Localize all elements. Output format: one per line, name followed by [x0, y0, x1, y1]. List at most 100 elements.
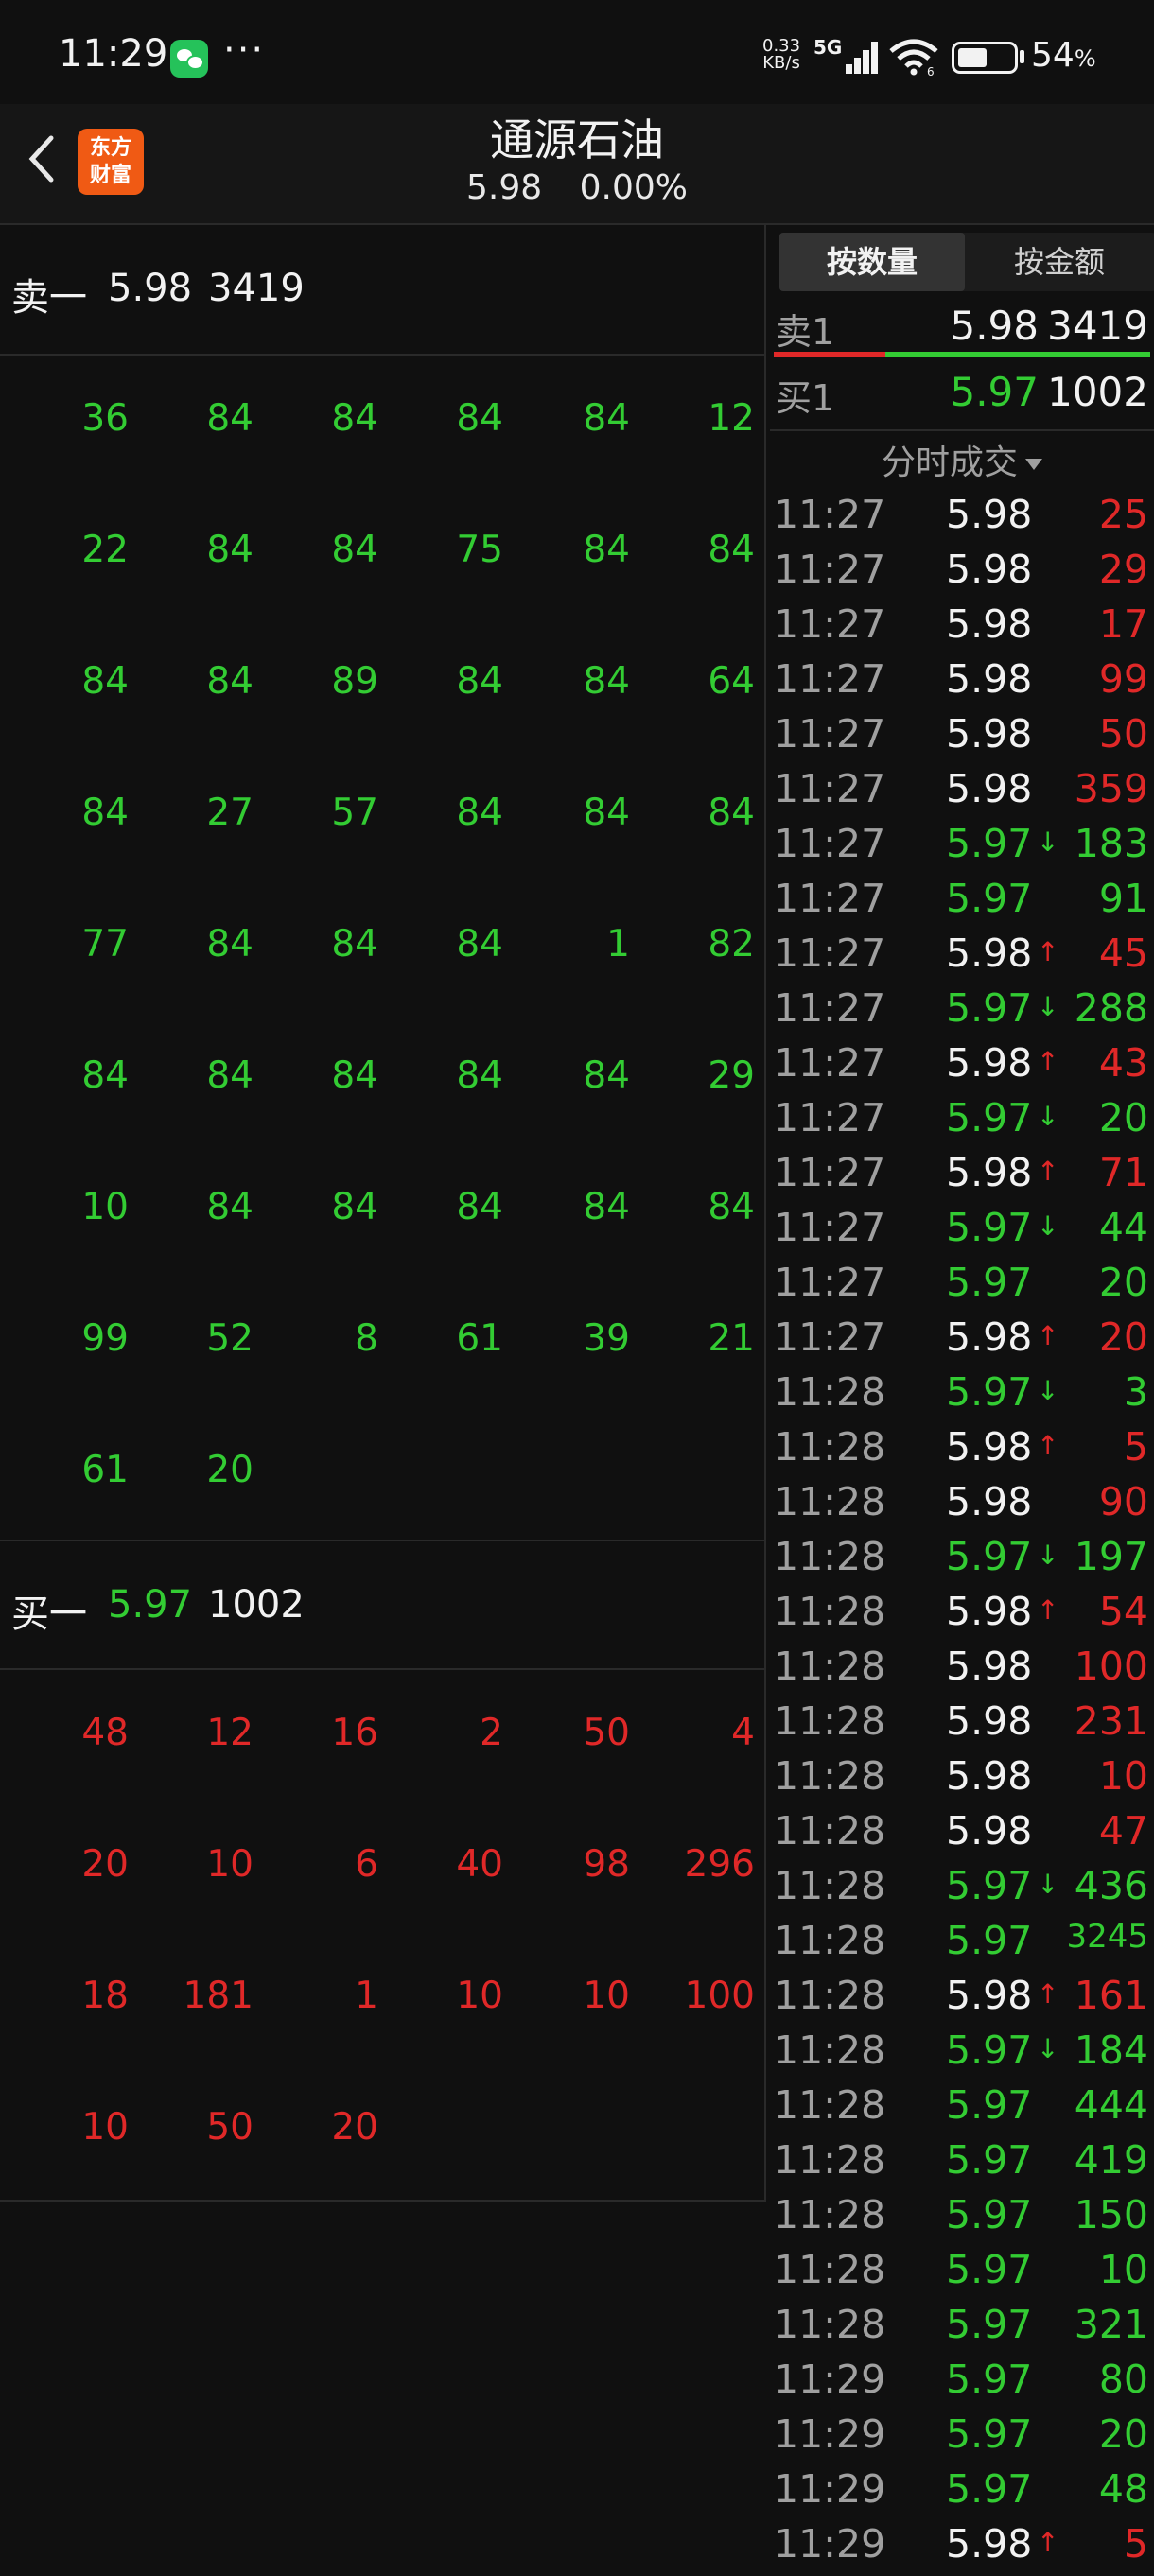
tick-volume: 99 — [1098, 656, 1148, 702]
sell-order-cell: 82 — [708, 923, 755, 966]
tick-row: 11:28 5.97 ↓ 184 — [770, 2028, 1154, 2082]
buy-level-price: 5.97 — [108, 1583, 193, 1627]
tick-row: 11:28 5.97 444 — [770, 2082, 1154, 2137]
ticks-title[interactable]: 分时成交 — [770, 435, 1154, 484]
wifi-badge: 6 — [927, 65, 935, 76]
tick-row: 11:29 5.97 48 — [770, 2466, 1154, 2521]
tick-row: 11:27 5.98 359 — [770, 766, 1154, 821]
tick-price: 5.98 — [946, 1040, 1033, 1086]
sell-level-header[interactable]: 卖一 5.98 3419 — [0, 225, 766, 356]
ask1-label: 卖1 — [776, 311, 835, 353]
tick-price: 5.98 — [946, 1644, 1033, 1689]
arrow-up-icon: ↑ — [1037, 1430, 1059, 1461]
tick-volume: 183 — [1074, 821, 1148, 866]
sell-order-cell: 84 — [331, 1186, 378, 1228]
sell-order-cell: 84 — [583, 792, 630, 834]
sell-order-cell: 84 — [583, 397, 630, 440]
sell-level-label: 卖一 — [11, 276, 87, 320]
tick-volume: 3 — [1123, 1369, 1148, 1415]
tick-time: 11:27 — [774, 931, 886, 976]
bid1-row: 买1 5.97 1002 — [770, 359, 1154, 426]
tick-time: 11:29 — [774, 2521, 886, 2567]
tick-time: 11:28 — [774, 1698, 886, 1744]
buy-order-cell: 1 — [355, 1975, 378, 2017]
tick-price: 5.98 — [946, 547, 1033, 592]
tick-volume: 419 — [1074, 2137, 1148, 2183]
tick-time: 11:27 — [774, 766, 886, 811]
tick-time: 11:28 — [774, 1479, 886, 1524]
tick-volume: 80 — [1098, 2357, 1148, 2402]
tick-price: 5.97 — [946, 1095, 1033, 1140]
status-bar: 11:29 ··· 0.33 KB/s 5G 6 54% — [0, 0, 1154, 104]
tab-by-quantity[interactable]: 按数量 — [779, 233, 965, 291]
tick-time: 11:28 — [774, 1644, 886, 1689]
tick-price: 5.98 — [946, 2521, 1033, 2567]
sell-order-cell: 27 — [206, 792, 254, 834]
buy-order-cell: 18 — [81, 1975, 129, 2017]
buy-order-cell: 40 — [456, 1843, 503, 1886]
tick-volume: 91 — [1098, 876, 1148, 921]
buy-order-cell: 50 — [583, 1712, 630, 1754]
tick-row: 11:27 5.98 ↑ 45 — [770, 931, 1154, 985]
tick-time: 11:27 — [774, 821, 886, 866]
buy-order-cell: 12 — [206, 1712, 254, 1754]
tick-volume: 231 — [1074, 1698, 1148, 1744]
arrow-up-icon: ↑ — [1037, 2527, 1059, 2558]
tick-volume: 5 — [1123, 2521, 1148, 2567]
tick-price: 5.98 — [946, 1753, 1033, 1799]
tick-volume: 3245 — [1066, 1918, 1148, 1956]
sell-order-cell: 84 — [456, 1054, 503, 1097]
sell-order-cell: 84 — [331, 923, 378, 966]
buy-order-cell: 48 — [81, 1712, 129, 1754]
tick-price: 5.97 — [946, 1260, 1033, 1305]
tick-row: 11:28 5.98 ↑ 161 — [770, 1973, 1154, 2028]
tick-time: 11:29 — [774, 2357, 886, 2402]
order-queue-panel: 卖一 5.98 3419 36 84 84 84 84 12 22 84 84 75 84 84 84 8… — [0, 225, 768, 2565]
buy-level-header[interactable]: 买一 5.97 1002 — [0, 1540, 766, 1670]
ask1-price: 5.98 — [950, 303, 1039, 349]
tick-price: 5.98 — [946, 492, 1033, 537]
tick-volume: 10 — [1098, 2247, 1148, 2292]
volume-mode-tabs: 按数量 按金额 — [779, 233, 1154, 291]
tick-time: 11:27 — [774, 1095, 886, 1140]
sell-order-cell: 10 — [81, 1186, 129, 1228]
tick-row: 11:28 5.97 150 — [770, 2192, 1154, 2247]
tick-price: 5.97 — [946, 1534, 1033, 1579]
tick-time: 11:27 — [774, 492, 886, 537]
tick-volume: 436 — [1074, 1863, 1148, 1908]
tick-volume: 150 — [1074, 2192, 1148, 2237]
sell-order-cell: 84 — [456, 1186, 503, 1228]
bid1-volume: 1002 — [1047, 369, 1148, 415]
tick-time: 11:29 — [774, 2466, 886, 2512]
tick-time: 11:27 — [774, 1314, 886, 1360]
tick-price: 5.98 — [946, 656, 1033, 702]
tick-price: 5.97 — [946, 1369, 1033, 1415]
bid1-label: 买1 — [776, 377, 835, 419]
tick-price: 5.97 — [946, 2247, 1033, 2292]
tick-price: 5.98 — [946, 1589, 1033, 1634]
tick-volume: 20 — [1098, 1260, 1148, 1305]
tick-time: 11:28 — [774, 1534, 886, 1579]
sell-order-cell: 52 — [206, 1317, 254, 1360]
buy-level-label: 买一 — [11, 1593, 87, 1636]
tick-time: 11:28 — [774, 1863, 886, 1908]
tick-time: 11:27 — [774, 985, 886, 1031]
sell-order-cell: 77 — [81, 923, 129, 966]
tick-row: 11:27 5.98 29 — [770, 547, 1154, 601]
sell-order-cell: 84 — [708, 792, 755, 834]
tick-row: 11:28 5.98 ↑ 5 — [770, 1424, 1154, 1479]
sell-level-price: 5.98 — [108, 267, 193, 310]
arrow-up-icon: ↑ — [1037, 1978, 1059, 2010]
tick-time: 11:29 — [774, 2411, 886, 2457]
tick-row: 11:28 5.98 ↑ 54 — [770, 1589, 1154, 1644]
arrow-up-icon: ↑ — [1037, 1046, 1059, 1077]
tick-row: 11:28 5.97 3245 — [770, 1918, 1154, 1973]
arrow-up-icon: ↑ — [1037, 936, 1059, 967]
tick-time: 11:28 — [774, 2302, 886, 2347]
tab-by-amount[interactable]: 按金额 — [967, 233, 1152, 291]
buy-order-cell: 10 — [81, 2106, 129, 2149]
sell-order-cell: 84 — [456, 397, 503, 440]
tick-volume: 29 — [1098, 547, 1148, 592]
sell-order-cell: 84 — [456, 660, 503, 703]
tick-time: 11:28 — [774, 2192, 886, 2237]
